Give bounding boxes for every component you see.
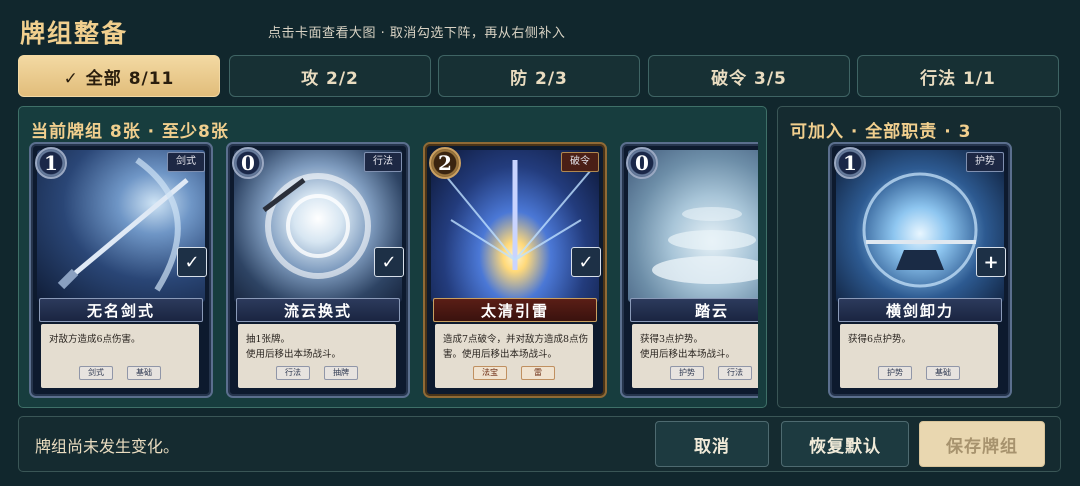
card-description: 获得3点护势。 使用后移出本场战斗。 xyxy=(640,334,736,360)
deck-card[interactable]: 2 破令 ✓ 太清引雷 造成7点破令，并对敌方造成8点伤害。使用后移出本场战斗。… xyxy=(423,142,607,398)
card-description: 获得6点护势。 xyxy=(848,334,912,345)
tab-break[interactable]: 破令 3/5 xyxy=(648,55,850,97)
card-type-badge: 护势 xyxy=(966,152,1004,172)
instruction-hint: 点击卡面查看大图 · 取消勾选下阵，再从右侧补入 xyxy=(268,26,566,41)
add-card-button[interactable]: + xyxy=(976,247,1006,277)
tab-attack[interactable]: 攻 2/2 xyxy=(229,55,431,97)
card-description-box: 对敌方造成6点伤害。 剑式 基础 xyxy=(41,324,199,388)
card-type-badge: 剑式 xyxy=(167,152,205,172)
card-description-box: 获得3点护势。 使用后移出本场战斗。 护势 行法 xyxy=(632,324,758,388)
deck-card-list[interactable]: 1 剑式 ✓ 无名剑式 对敌方造成6点伤害。 剑式 基础 0 行法 ✓ 流云换式… xyxy=(29,142,758,404)
selected-checkbox[interactable]: ✓ xyxy=(177,247,207,277)
card-tag: 基础 xyxy=(127,366,161,380)
status-text: 牌组尚未发生变化。 xyxy=(35,437,180,456)
card-tag: 法宝 xyxy=(473,366,507,380)
filter-tabs: ✓ 全部 8/11 攻 2/2 防 2/3 破令 3/5 行法 1/1 xyxy=(18,55,1062,99)
save-deck-button[interactable]: 保存牌组 xyxy=(919,421,1045,467)
card-tag: 雷 xyxy=(521,366,555,380)
card-description-box: 抽1张牌。 使用后移出本场战斗。 行法 抽牌 xyxy=(238,324,396,388)
deck-title: 当前牌组 8张 · 至少8张 xyxy=(31,122,229,142)
available-card-list: 1 护势 + 横剑卸力 获得6点护势。 护势 基础 xyxy=(828,142,1012,404)
card-description: 对敌方造成6点伤害。 xyxy=(49,334,141,345)
page-title: 牌组整备 xyxy=(20,19,129,48)
selected-checkbox[interactable]: ✓ xyxy=(571,247,601,277)
card-description: 抽1张牌。 使用后移出本场战斗。 xyxy=(246,334,342,360)
card-tag: 行法 xyxy=(718,366,752,380)
card-name: 踏云 xyxy=(630,298,758,322)
cost-gem: 2 xyxy=(429,147,461,179)
cost-gem: 1 xyxy=(834,147,866,179)
cost-gem: 0 xyxy=(232,147,264,179)
card-description-box: 获得6点护势。 护势 基础 xyxy=(840,324,998,388)
card-type-badge: 行法 xyxy=(364,152,402,172)
available-cards-panel: 可加入 · 全部职责 · 3 1 护势 + 横剑卸力 获得6点护势。 护势 基础 xyxy=(777,106,1061,408)
card-type-badge: 破令 xyxy=(561,152,599,172)
selected-checkbox[interactable]: ✓ xyxy=(374,247,404,277)
card-description: 造成7点破令，并对敌方造成8点伤害。使用后移出本场战斗。 xyxy=(443,334,589,360)
card-tag: 行法 xyxy=(276,366,310,380)
deck-card[interactable]: 0 行法 ✓ 流云换式 抽1张牌。 使用后移出本场战斗。 行法 抽牌 xyxy=(226,142,410,398)
tab-technique[interactable]: 行法 1/1 xyxy=(857,55,1059,97)
current-deck-panel: 当前牌组 8张 · 至少8张 1 剑式 ✓ 无名剑式 对敌方造成6点伤害。 剑式… xyxy=(18,106,767,408)
card-tag: 抽牌 xyxy=(324,366,358,380)
card-tag: 基础 xyxy=(926,366,960,380)
available-card[interactable]: 1 护势 + 横剑卸力 获得6点护势。 护势 基础 xyxy=(828,142,1012,398)
deck-card[interactable]: 1 剑式 ✓ 无名剑式 对敌方造成6点伤害。 剑式 基础 xyxy=(29,142,213,398)
cost-gem: 0 xyxy=(626,147,658,179)
cost-gem: 1 xyxy=(35,147,67,179)
card-name: 横剑卸力 xyxy=(838,298,1002,322)
card-tag: 护势 xyxy=(670,366,704,380)
restore-default-button[interactable]: 恢复默认 xyxy=(781,421,909,467)
card-tag: 剑式 xyxy=(79,366,113,380)
card-name: 无名剑式 xyxy=(39,298,203,322)
card-name: 流云换式 xyxy=(236,298,400,322)
cancel-button[interactable]: 取消 xyxy=(655,421,769,467)
available-title: 可加入 · 全部职责 · 3 xyxy=(790,122,972,142)
card-name: 太清引雷 xyxy=(433,298,597,322)
footer-bar: 牌组尚未发生变化。 取消 恢复默认 保存牌组 xyxy=(18,416,1061,472)
tab-defense[interactable]: 防 2/3 xyxy=(438,55,640,97)
card-description-box: 造成7点破令，并对敌方造成8点伤害。使用后移出本场战斗。 法宝 雷 xyxy=(435,324,593,388)
card-tag: 护势 xyxy=(878,366,912,380)
tab-all[interactable]: ✓ 全部 8/11 xyxy=(18,55,220,97)
deck-card[interactable]: 0 踏云 获得3点护势。 使用后移出本场战斗。 护势 行法 xyxy=(620,142,758,398)
